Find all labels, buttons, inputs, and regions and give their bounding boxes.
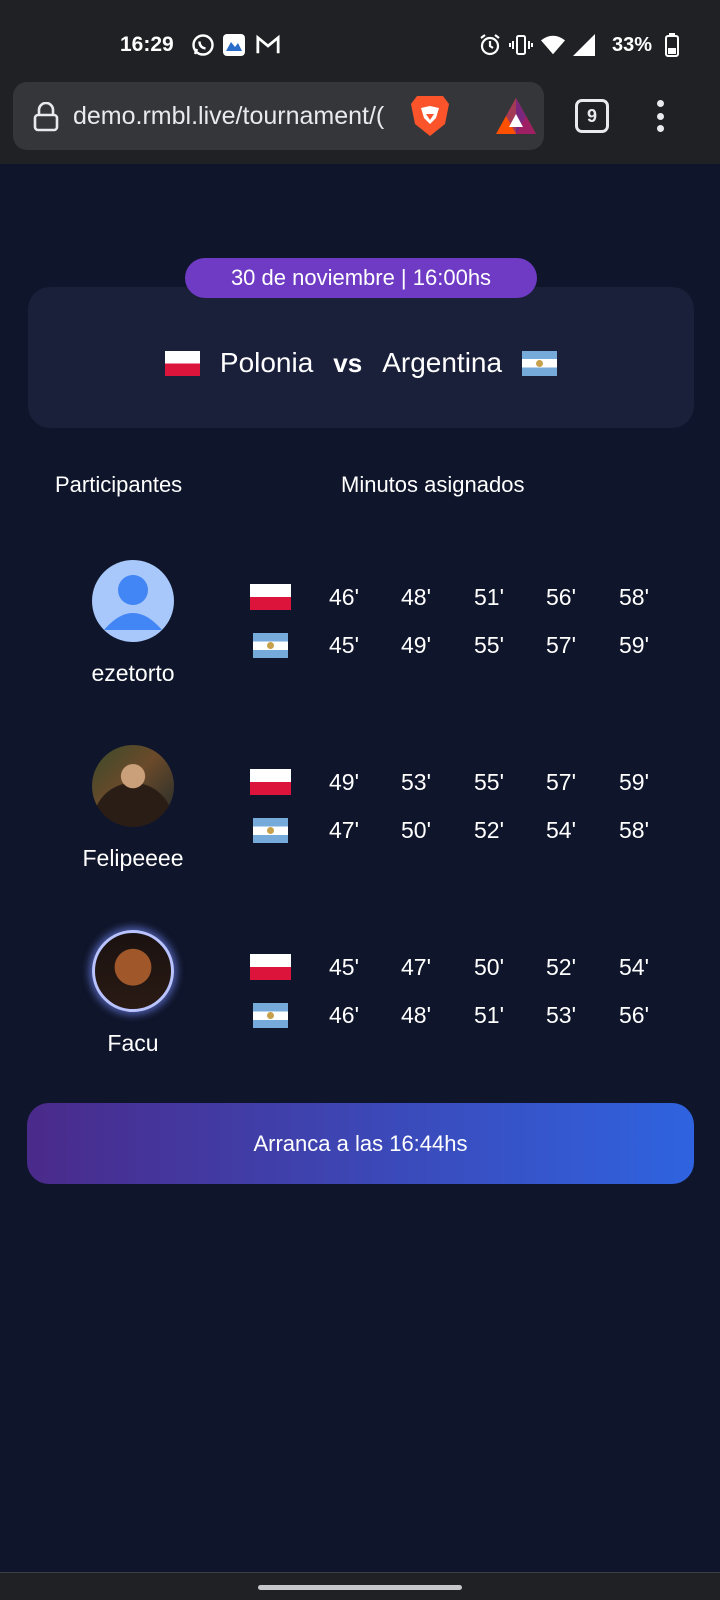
avatar	[92, 930, 174, 1012]
minute-value: 57'	[546, 769, 576, 795]
battery-icon	[660, 33, 684, 57]
minute-value: 58'	[619, 584, 649, 610]
argentina-minutes-row	[250, 815, 291, 845]
argentina-minutes-row	[250, 630, 291, 660]
vs-label: vs	[333, 347, 363, 378]
poland-flag-icon	[250, 769, 291, 795]
minute-value: 48'	[401, 584, 431, 610]
minute-value: 55'	[474, 632, 504, 658]
participant-name: Facu	[107, 1030, 159, 1056]
minute-value: 52'	[474, 817, 504, 843]
poland-flag-icon	[164, 350, 200, 376]
home-gesture-handle[interactable]	[258, 1585, 462, 1590]
minute-value: 56'	[619, 1002, 649, 1028]
argentina-flag-icon	[253, 632, 288, 658]
minutes-header: Minutos asignados	[341, 472, 525, 497]
minute-value: 50'	[474, 954, 504, 980]
poland-minutes-row	[250, 952, 291, 982]
minute-value: 53'	[401, 769, 431, 795]
minute-value: 52'	[546, 954, 576, 980]
minute-value: 46'	[329, 1002, 359, 1028]
participant-row: Felipeeee 49' 53' 55' 57' 59' 47' 50' 52…	[0, 745, 720, 885]
minute-value: 45'	[329, 632, 359, 658]
poland-minutes-row	[250, 767, 291, 797]
argentina-flag-icon	[522, 350, 558, 376]
minute-value: 47'	[329, 817, 359, 843]
argentina-minutes-row	[250, 1000, 291, 1030]
maps-icon	[222, 33, 246, 57]
argentina-flag-icon	[253, 1002, 288, 1028]
minute-value: 53'	[546, 1002, 576, 1028]
wifi-icon	[541, 33, 565, 57]
brave-lion-icon[interactable]	[409, 94, 451, 138]
default-user-icon	[104, 575, 162, 630]
minute-value: 46'	[329, 584, 359, 610]
participant-row: Facu 45' 47' 50' 52' 54' 46' 48' 51' 53'…	[0, 930, 720, 1070]
participant-name: Felipeeee	[82, 845, 184, 871]
poland-flag-icon	[250, 584, 291, 610]
minute-value: 51'	[474, 1002, 504, 1028]
status-time: 16:29	[120, 33, 174, 56]
minute-value: 51'	[474, 584, 504, 610]
lock-icon	[33, 101, 59, 132]
match-date-pill: 30 de noviembre | 16:00hs	[185, 258, 537, 298]
whatsapp-icon	[191, 33, 215, 57]
start-time-button[interactable]: Arranca a las 16:44hs	[27, 1103, 694, 1184]
minute-value: 49'	[401, 632, 431, 658]
minute-value: 59'	[619, 769, 649, 795]
minute-value: 55'	[474, 769, 504, 795]
match-card: Polonia vs Argentina	[28, 287, 694, 428]
avatar	[92, 560, 174, 642]
minute-value: 56'	[546, 584, 576, 610]
browser-toolbar: demo.rmbl.live/tournament/( 9	[0, 80, 720, 164]
vibrate-icon	[509, 33, 533, 57]
gmail-icon	[256, 33, 280, 57]
address-bar[interactable]: demo.rmbl.live/tournament/(	[13, 82, 544, 150]
minute-value: 59'	[619, 632, 649, 658]
participant-row: ezetorto 46' 48' 51' 56' 58' 45' 49' 55'…	[0, 560, 720, 700]
avatar	[92, 745, 174, 827]
argentina-flag-icon	[253, 817, 288, 843]
tabs-button[interactable]: 9	[575, 99, 609, 133]
participants-header: Participantes	[55, 472, 183, 497]
poland-minutes-row	[250, 582, 291, 612]
minute-value: 57'	[546, 632, 576, 658]
minute-value: 45'	[329, 954, 359, 980]
battery-percentage: 33%	[612, 34, 653, 56]
status-bar: 16:29 33%	[0, 0, 720, 80]
match-teams: Polonia vs Argentina	[28, 347, 694, 379]
more-vert-icon[interactable]	[650, 98, 670, 134]
team-2-name: Argentina	[382, 347, 503, 378]
minute-value: 58'	[619, 817, 649, 843]
minute-value: 54'	[619, 954, 649, 980]
signal-icon	[573, 33, 597, 57]
minute-value: 50'	[401, 817, 431, 843]
bat-rewards-icon[interactable]	[495, 96, 537, 136]
minute-value: 49'	[329, 769, 359, 795]
minute-value: 54'	[546, 817, 576, 843]
gesture-nav-bar	[0, 1572, 720, 1600]
minute-value: 48'	[401, 1002, 431, 1028]
url-text[interactable]: demo.rmbl.live/tournament/(	[73, 102, 403, 131]
minute-value: 47'	[401, 954, 431, 980]
participant-name: ezetorto	[91, 660, 175, 686]
poland-flag-icon	[250, 954, 291, 980]
alarm-icon	[478, 33, 502, 57]
team-1-name: Polonia	[219, 347, 314, 378]
